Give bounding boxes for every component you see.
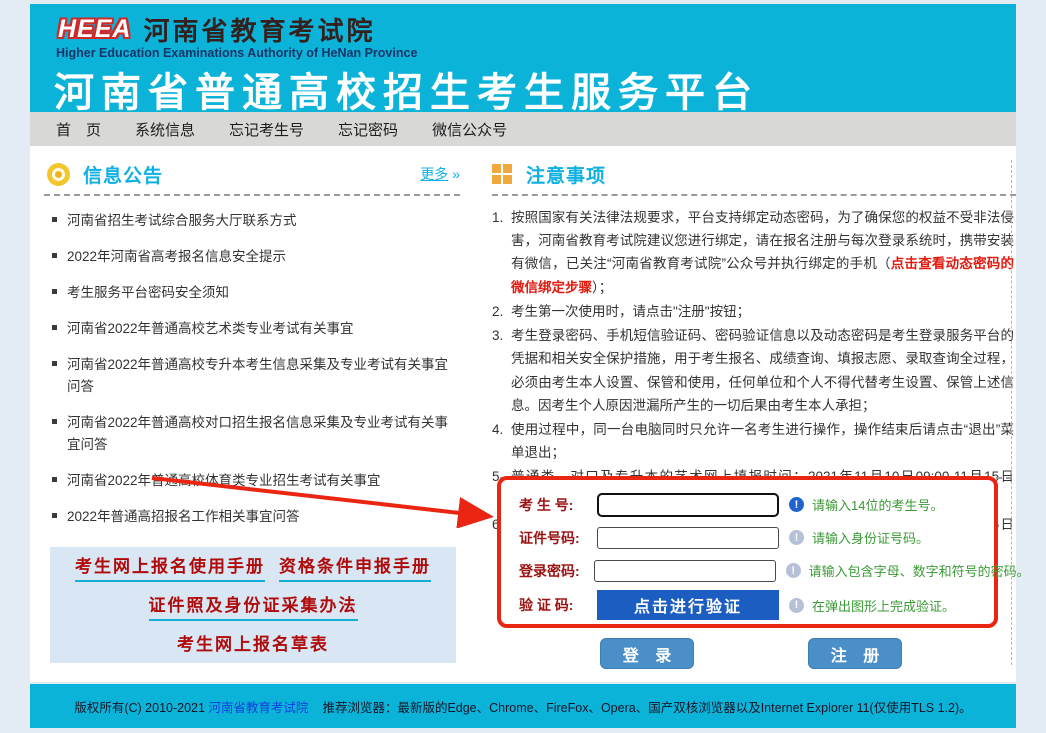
candidate-id-input[interactable] xyxy=(597,493,779,517)
manuals-box: 考生网上报名使用手册 资格条件申报手册 证件照及身份证采集办法 考生网上报名草表 xyxy=(50,547,456,663)
captcha-label: 验 证 码: xyxy=(519,595,583,615)
announcement-item[interactable]: 河南省招生考试综合服务大厅联系方式 xyxy=(44,210,460,232)
copyright-text: 版权所有(C) 2010-2021 河南省教育考试院推荐浏览器：最新版的Edge… xyxy=(74,697,971,716)
grid-icon xyxy=(492,164,512,184)
id-number-label: 证件号码: xyxy=(519,528,583,548)
org-footer-link[interactable]: 河南省教育考试院 xyxy=(208,701,308,715)
password-hint: 请输入包含字母、数字和符号的密码。 xyxy=(809,561,1030,580)
logo-row: HEEA 河南省教育考试院 xyxy=(54,12,375,46)
candidate-id-row: 考 生 号: ! 请输入14位的考生号。 xyxy=(519,491,994,518)
notice-item: 考生登录密码、手机短信验证码、密码验证信息以及动态密码是考生登录服务平台的凭据和… xyxy=(492,324,1014,417)
login-button[interactable]: 登 录 xyxy=(600,638,694,669)
password-label: 登录密码: xyxy=(519,561,580,581)
org-name-english: Higher Education Examinations Authority … xyxy=(56,46,417,60)
announcement-item[interactable]: 河南省2022年普通高校对口招生报名信息采集及专业考试有关事宜问答 xyxy=(44,412,460,455)
id-number-input[interactable] xyxy=(597,527,779,549)
heea-logo-icon: HEEA xyxy=(54,15,135,44)
red-arrow-annotation xyxy=(142,466,504,528)
captcha-hint: 在弹出图形上完成验证。 xyxy=(812,596,955,615)
info-icon: ! xyxy=(786,563,801,578)
info-icon: ! xyxy=(789,497,804,512)
notices-header: 注意事项 xyxy=(492,158,1016,190)
page: HEEA 河南省教育考试院 Higher Education Examinati… xyxy=(0,0,1046,733)
manual-line: 证件照及身份证采集办法 xyxy=(149,591,358,621)
manual-line: 考生网上报名草表 xyxy=(177,630,329,658)
info-icon: ! xyxy=(789,530,804,545)
id-number-hint: 请输入身份证号码。 xyxy=(812,528,929,547)
nav-item-forgot-password[interactable]: 忘记密码 xyxy=(338,119,398,140)
manual-link-usage-handbook[interactable]: 考生网上报名使用手册 xyxy=(75,552,265,582)
manual-link-draft-form[interactable]: 考生网上报名草表 xyxy=(177,630,329,658)
more-link[interactable]: 更多 » xyxy=(420,164,460,184)
manual-link-qualification-handbook[interactable]: 资格条件申报手册 xyxy=(279,552,431,582)
notice-item: 使用过程中，同一台电脑同时只允许一名考生进行操作，操作结束后请点击“退出”菜单退… xyxy=(492,418,1014,464)
nav-item-wechat-account[interactable]: 微信公众号 xyxy=(432,119,507,140)
nav-item-forgot-candidate-id[interactable]: 忘记考生号 xyxy=(229,119,304,140)
register-button[interactable]: 注 册 xyxy=(808,638,902,669)
info-icon: ! xyxy=(789,598,804,613)
id-number-row: 证件号码: ! 请输入身份证号码。 xyxy=(519,524,994,551)
manual-line: 考生网上报名使用手册 资格条件申报手册 xyxy=(75,552,431,582)
site-title: 河南省普通高校招生考生服务平台 xyxy=(54,60,759,118)
announcement-item[interactable]: 河南省2022年普通高校艺术类专业考试有关事宜 xyxy=(44,318,460,340)
manual-link-photo-id-collection[interactable]: 证件照及身份证采集办法 xyxy=(149,591,358,621)
announcement-item[interactable]: 考生服务平台密码安全须知 xyxy=(44,282,460,304)
candidate-id-hint: 请输入14位的考生号。 xyxy=(812,495,943,514)
org-name: 河南省教育考试院 xyxy=(143,11,375,48)
site-footer: 版权所有(C) 2010-2021 河南省教育考试院推荐浏览器：最新版的Edge… xyxy=(30,684,1016,728)
divider xyxy=(492,194,1016,196)
announcement-item[interactable]: 2022年河南省高考报名信息安全提示 xyxy=(44,246,460,268)
main-nav: 首 页 系统信息 忘记考生号 忘记密码 微信公众号 xyxy=(30,112,1016,146)
divider xyxy=(44,194,460,196)
candidate-id-label: 考 生 号: xyxy=(519,495,583,515)
captcha-row: 验 证 码: 点击进行验证 ! 在弹出图形上完成验证。 xyxy=(519,590,994,620)
notices-title: 注意事项 xyxy=(526,161,606,188)
announcements-title: 信息公告 xyxy=(83,161,163,188)
divider xyxy=(1011,160,1012,665)
double-arrow-icon: » xyxy=(452,166,460,182)
bullseye-icon xyxy=(52,168,65,181)
announcement-item[interactable]: 河南省2022年普通高校专升本考生信息采集及专业考试有关事宜问答 xyxy=(44,354,460,397)
notice-item: 考生第一次使用时，请点击"注册"按钮； xyxy=(492,300,1014,323)
announcements-header: 信息公告 更多 » xyxy=(44,158,460,190)
nav-item-home[interactable]: 首 页 xyxy=(56,119,101,140)
notice-item: 按照国家有关法律法规要求，平台支持绑定动态密码，为了确保您的权益不受非法侵害，河… xyxy=(492,206,1014,299)
login-form: 考 生 号: ! 请输入14位的考生号。 证件号码: ! 请输入身份证号码。 登… xyxy=(497,476,998,628)
captcha-verify-button[interactable]: 点击进行验证 xyxy=(597,590,779,620)
nav-item-system-info[interactable]: 系统信息 xyxy=(135,119,195,140)
password-input[interactable] xyxy=(594,560,776,582)
site-header: HEEA 河南省教育考试院 Higher Education Examinati… xyxy=(30,4,1016,112)
password-row: 登录密码: ! 请输入包含字母、数字和符号的密码。 xyxy=(519,557,994,584)
